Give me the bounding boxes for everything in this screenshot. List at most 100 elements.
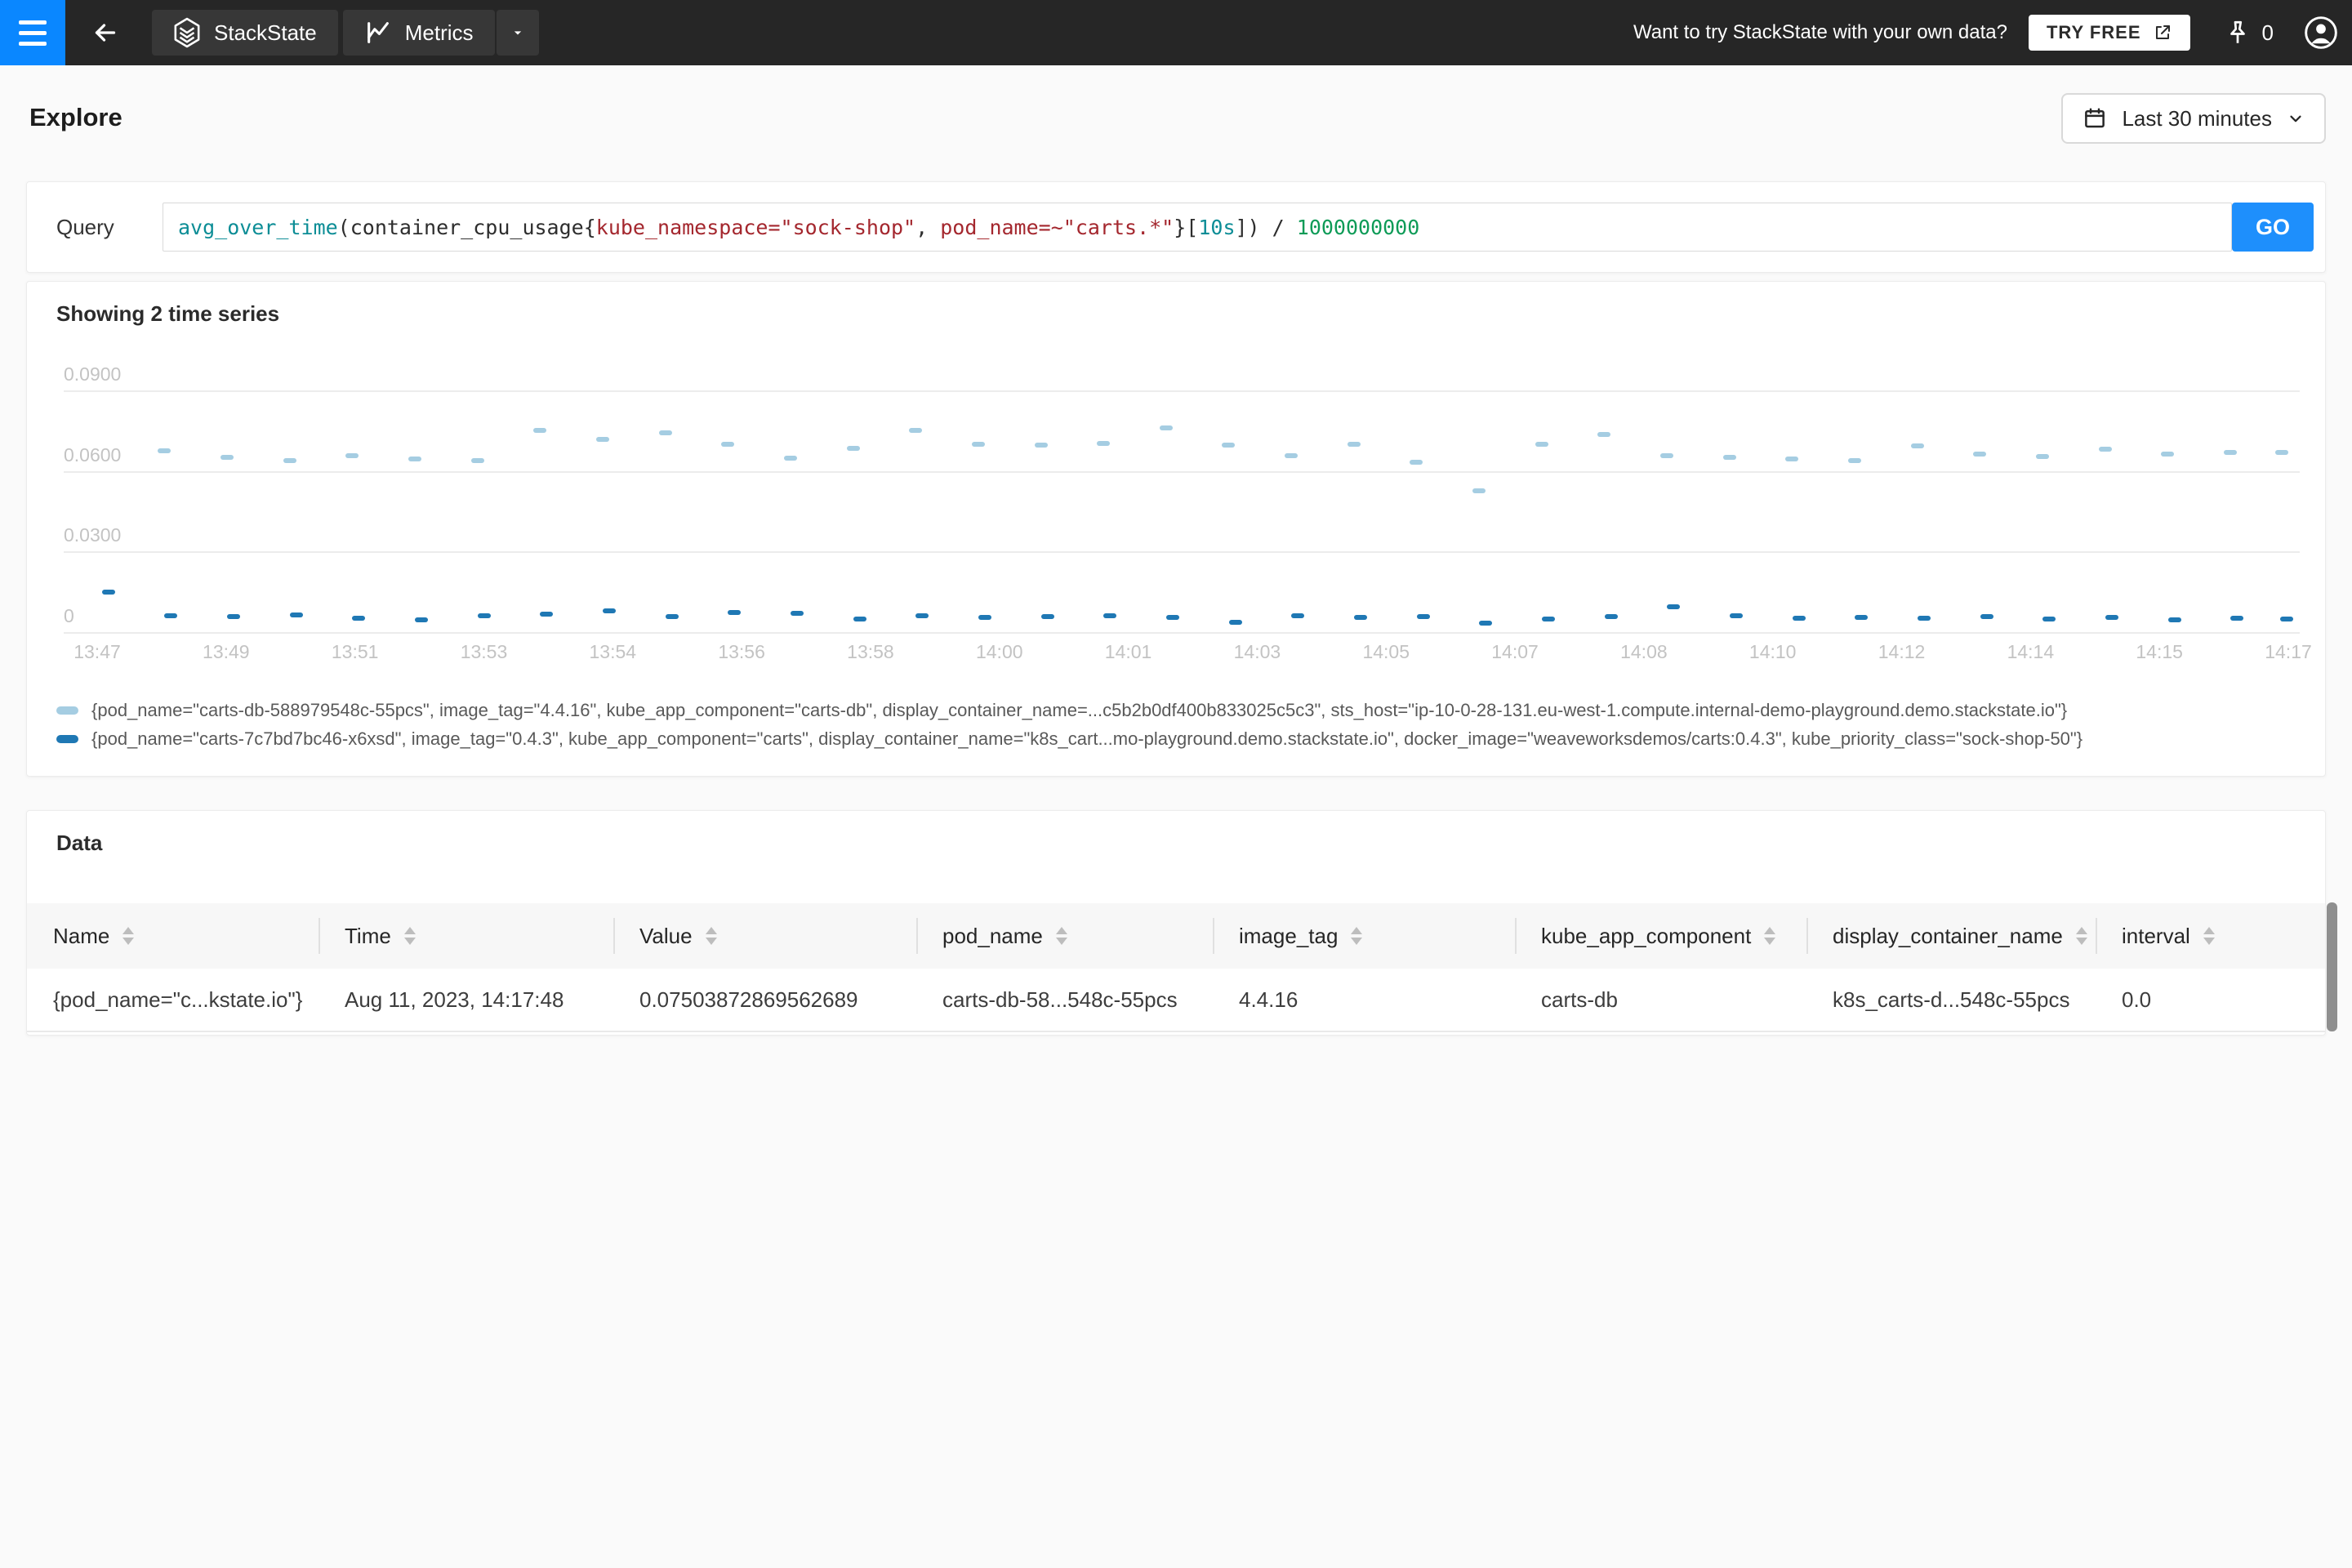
- metrics-tab-label: Metrics: [405, 20, 474, 46]
- data-point-carts-db: [909, 428, 922, 433]
- stackstate-tab-label: StackState: [214, 20, 317, 46]
- stackstate-home-tab[interactable]: StackState: [152, 10, 338, 56]
- data-point-carts: [1479, 621, 1492, 626]
- column-header-Name[interactable]: Name: [27, 903, 318, 969]
- data-panel: Data NameTimeValuepod_nameimage_tagkube_…: [26, 810, 2326, 1036]
- data-point-carts: [2230, 616, 2243, 621]
- table-cell-Name: {pod_name="c...kstate.io"}: [27, 969, 318, 1031]
- data-point-carts: [540, 612, 553, 617]
- query-input[interactable]: avg_over_time(container_cpu_usage{kube_n…: [163, 203, 2232, 252]
- tab-metrics[interactable]: Metrics: [343, 10, 495, 56]
- y-axis-tick-label: 0.0600: [64, 444, 121, 466]
- column-header-interval[interactable]: interval: [2096, 903, 2334, 969]
- sort-arrows-icon[interactable]: [2076, 927, 2087, 945]
- column-header-kube_app_component[interactable]: kube_app_component: [1515, 903, 1806, 969]
- data-point-carts-db: [158, 448, 171, 453]
- data-point-carts-db: [1785, 457, 1798, 461]
- x-axis-tick-label: 14:14: [1989, 641, 2071, 663]
- legend-swatch: [56, 706, 78, 715]
- data-point-carts-db: [847, 446, 860, 451]
- column-header-display_container_name[interactable]: display_container_name: [1806, 903, 2096, 969]
- column-header-pod_name[interactable]: pod_name: [916, 903, 1213, 969]
- data-point-carts: [1730, 613, 1743, 618]
- data-point-carts: [352, 616, 365, 621]
- data-point-carts-db: [1597, 432, 1610, 437]
- table-scrollbar[interactable]: [2327, 902, 2337, 1031]
- legend-swatch: [56, 735, 78, 743]
- data-point-carts-db: [408, 457, 421, 461]
- x-axis-tick-label: 13:54: [572, 641, 653, 663]
- time-range-selector[interactable]: Last 30 minutes: [2061, 93, 2326, 144]
- tab-options-caret[interactable]: [497, 10, 539, 56]
- table-row[interactable]: {pod_name="c...kstate.io"}Aug 11, 2023, …: [27, 969, 2325, 1032]
- x-axis-tick-label: 14:01: [1088, 641, 1169, 663]
- try-free-label: TRY FREE: [2047, 22, 2141, 43]
- x-axis-tick-label: 13:51: [314, 641, 396, 663]
- data-point-carts-db: [659, 430, 672, 435]
- table-cell-image_tag: 4.4.16: [1213, 969, 1515, 1031]
- column-header-label: Value: [639, 924, 693, 949]
- column-header-image_tag[interactable]: image_tag: [1213, 903, 1515, 969]
- x-axis-tick-label: 13:49: [185, 641, 267, 663]
- pin-count: 0: [2262, 20, 2274, 46]
- data-point-carts-db: [220, 455, 234, 460]
- x-axis-tick-label: 14:17: [2247, 641, 2329, 663]
- data-point-carts-db: [1285, 453, 1298, 458]
- try-free-button[interactable]: TRY FREE: [2029, 15, 2190, 51]
- data-point-carts-db: [2099, 447, 2112, 452]
- user-avatar-button[interactable]: [2303, 15, 2339, 51]
- column-header-label: interval: [2122, 924, 2190, 949]
- table-cell-Value: 0.07503872869562689: [613, 969, 916, 1031]
- y-gridline: [64, 390, 2300, 392]
- table-cell-display_container_name: k8s_carts-d...548c-55pcs: [1806, 969, 2096, 1031]
- x-axis-tick-label: 14:12: [1861, 641, 1943, 663]
- top-navigation-bar: StackState Metrics Want to try StackStat…: [0, 0, 2352, 65]
- data-point-carts-db: [1535, 442, 1548, 447]
- sort-arrows-icon[interactable]: [706, 927, 717, 945]
- x-axis-tick-label: 14:10: [1732, 641, 1814, 663]
- data-point-carts-db: [1222, 443, 1235, 448]
- sort-arrows-icon[interactable]: [1764, 927, 1775, 945]
- data-point-carts: [915, 613, 929, 618]
- query-label: Query: [27, 215, 133, 240]
- data-point-carts-db: [345, 453, 359, 458]
- data-point-carts-db: [1911, 443, 1924, 448]
- column-header-Value[interactable]: Value: [613, 903, 916, 969]
- back-button[interactable]: [77, 0, 134, 65]
- data-point-carts: [102, 590, 115, 595]
- metrics-chart-icon: [364, 19, 392, 47]
- sort-arrows-icon[interactable]: [2203, 927, 2215, 945]
- data-point-carts-db: [784, 456, 797, 461]
- column-header-Time[interactable]: Time: [318, 903, 613, 969]
- chart-legend: {pod_name="carts-db-588979548c-55pcs", i…: [56, 700, 2082, 757]
- data-point-carts: [1605, 614, 1618, 619]
- data-point-carts-db: [1160, 425, 1173, 430]
- go-button[interactable]: GO: [2232, 203, 2314, 252]
- data-point-carts: [290, 612, 303, 617]
- x-axis-tick-label: 13:58: [830, 641, 911, 663]
- data-point-carts: [1354, 615, 1367, 620]
- data-point-carts-db: [471, 458, 484, 463]
- pin-icon[interactable]: [2223, 18, 2252, 47]
- x-axis-tick-label: 14:00: [959, 641, 1040, 663]
- sort-arrows-icon[interactable]: [404, 927, 416, 945]
- sort-arrows-icon[interactable]: [1056, 927, 1067, 945]
- x-axis-tick-label: 14:05: [1345, 641, 1427, 663]
- data-point-carts: [1291, 613, 1304, 618]
- data-point-carts-db: [972, 442, 985, 447]
- sort-arrows-icon[interactable]: [122, 927, 134, 945]
- sort-arrows-icon[interactable]: [1351, 927, 1362, 945]
- promo-text: Want to try StackState with your own dat…: [1633, 21, 2007, 44]
- query-text: avg_over_time(container_cpu_usage{kube_n…: [163, 216, 1419, 239]
- query-panel: Query avg_over_time(container_cpu_usage{…: [26, 181, 2326, 273]
- data-point-carts-db: [596, 437, 609, 442]
- calendar-icon: [2082, 106, 2107, 131]
- data-point-carts: [2105, 615, 2118, 620]
- hamburger-menu-button[interactable]: [0, 0, 65, 65]
- data-point-carts-db: [1035, 443, 1048, 448]
- page-title: Explore: [29, 103, 122, 132]
- data-point-carts: [227, 614, 240, 619]
- table-cell-Time: Aug 11, 2023, 14:17:48: [318, 969, 613, 1031]
- data-point-carts: [1166, 615, 1179, 620]
- x-axis-tick-label: 14:03: [1216, 641, 1298, 663]
